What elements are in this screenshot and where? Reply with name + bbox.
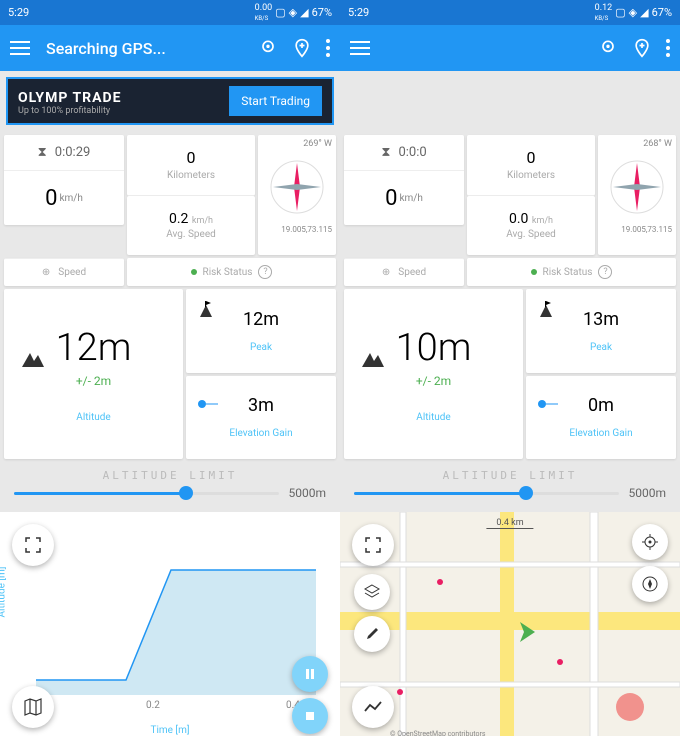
slider-max: 5000m	[629, 486, 667, 500]
status-dot-icon	[191, 269, 197, 275]
nfc-icon: ▢	[275, 6, 285, 19]
chart-toggle-button[interactable]	[352, 686, 394, 728]
peak-card: 13m Peak	[526, 289, 676, 373]
avgspeed-value: 0.2	[169, 211, 188, 227]
globe-pin-icon[interactable]	[258, 38, 278, 58]
fullscreen-button[interactable]	[12, 524, 54, 566]
pin-icon	[538, 394, 558, 413]
risk-status[interactable]: Risk Status?	[127, 258, 336, 286]
peak-card: 12m Peak	[186, 289, 336, 373]
app-title: Searching GPS...	[46, 39, 258, 58]
altitude-value: 10m	[396, 326, 472, 370]
locate-button[interactable]	[632, 524, 668, 560]
layers-button[interactable]	[354, 574, 390, 610]
altitude-chart: Altitude [m] Time [m] 12 10 0.2 0.4	[0, 512, 340, 736]
ad-cta-button[interactable]: Start Trading	[229, 86, 322, 116]
flag-peak-icon	[538, 301, 554, 321]
gain-value: 3m	[248, 395, 274, 416]
map-scale: 0.4 km	[486, 518, 533, 529]
edit-button[interactable]	[354, 616, 390, 652]
overflow-menu[interactable]	[666, 39, 670, 57]
wifi-icon: ◈	[629, 6, 637, 19]
help-icon[interactable]: ?	[258, 265, 272, 279]
gain-value: 0m	[588, 395, 614, 416]
coords-text: 19.005,73.115	[602, 225, 672, 234]
altitude-limit-slider[interactable]	[14, 492, 279, 495]
screen-right: 5:29 0.12KB/S ▢ ◈ ◢ 67% ⧗0:0:0 0km/h 0Ki…	[340, 0, 680, 736]
nfc-icon: ▢	[615, 6, 625, 19]
wifi-small-icon: ⊕	[382, 267, 390, 278]
compass-icon	[267, 157, 327, 217]
altitude-accuracy: +/- 2m	[416, 374, 451, 388]
status-bar: 5:29 0.12KB/S ▢ ◈ ◢ 67%	[340, 0, 680, 25]
distance-value: 0	[527, 148, 536, 167]
menu-button[interactable]	[350, 41, 370, 55]
svg-text:0.2: 0.2	[146, 700, 160, 710]
compass-button[interactable]	[632, 566, 668, 602]
signal-icon: ◢	[300, 6, 308, 19]
overflow-menu[interactable]	[326, 39, 330, 57]
wifi-small-icon: ⊕	[42, 267, 50, 278]
hourglass-icon: ⧗	[38, 145, 47, 160]
help-icon[interactable]: ?	[598, 265, 612, 279]
gain-card: 0m Elevation Gain	[526, 376, 676, 460]
speed-value: 0	[45, 186, 57, 211]
timer-value: 0:0:0	[398, 145, 426, 160]
fullscreen-button[interactable]	[352, 524, 394, 566]
timer-speed-card: ⧗0:0:29 0km/h	[4, 135, 124, 225]
ad-banner[interactable]: OLYMP TRADEUp to 100% profitability Star…	[6, 77, 334, 125]
flag-peak-icon	[198, 301, 214, 321]
gain-card: 3m Elevation Gain	[186, 376, 336, 460]
speed-value: 0	[385, 186, 397, 211]
compass-card: 268° W 19.005,73.115	[598, 135, 676, 255]
peak-value: 13m	[583, 309, 619, 330]
altitude-card: 12m +/- 2m Altitude	[4, 289, 183, 459]
map-view[interactable]: 0.4 km © OpenStreetMap contributors	[340, 512, 680, 736]
add-pin-icon[interactable]	[292, 38, 312, 58]
risk-status[interactable]: Risk Status?	[467, 258, 676, 286]
bearing-text: 269° W	[262, 139, 332, 149]
altitude-accuracy: +/- 2m	[76, 374, 111, 388]
timer-value: 0:0:29	[55, 145, 91, 160]
avgspeed-value: 0.0	[509, 211, 528, 227]
altitude-limit-label: ALTITUDE LIMIT	[4, 469, 336, 482]
stop-button[interactable]	[292, 698, 328, 734]
compass-card: 269° W 19.005,73.115	[258, 135, 336, 255]
status-bar: 5:29 0.00KB/S ▢ ◈ ◢ 67%	[0, 0, 340, 25]
battery-text: 67%	[652, 6, 672, 19]
altitude-card: 10m +/- 2m Altitude	[344, 289, 523, 459]
clock: 5:29	[8, 6, 29, 19]
altitude-value: 12m	[56, 326, 132, 370]
chart-svg: 12 10 0.2 0.4	[26, 520, 326, 710]
clock: 5:29	[348, 6, 369, 19]
mountain-icon	[22, 351, 44, 371]
app-bar	[340, 25, 680, 71]
signal-icon: ◢	[640, 6, 648, 19]
screen-left: 5:29 0.00KB/S ▢ ◈ ◢ 67% Searching GPS...…	[0, 0, 340, 736]
hourglass-icon: ⧗	[381, 145, 390, 160]
map-attribution: © OpenStreetMap contributors	[390, 730, 486, 736]
slider-max: 5000m	[289, 486, 327, 500]
globe-pin-icon[interactable]	[598, 38, 618, 58]
pause-button[interactable]	[292, 656, 328, 692]
status-dot-icon	[531, 269, 537, 275]
battery-text: 67%	[312, 6, 332, 19]
timer-speed-card: ⧗0:0:0 0km/h	[344, 135, 464, 225]
add-pin-icon[interactable]	[632, 38, 652, 58]
menu-button[interactable]	[10, 41, 30, 55]
compass-icon	[607, 157, 667, 217]
coords-text: 19.005,73.115	[262, 225, 332, 234]
bearing-text: 268° W	[602, 139, 672, 149]
pin-icon	[198, 394, 218, 413]
distance-value: 0	[187, 148, 196, 167]
map-toggle-button[interactable]	[12, 686, 54, 728]
app-bar: Searching GPS...	[0, 25, 340, 71]
wifi-icon: ◈	[289, 6, 297, 19]
mountain-icon	[362, 351, 384, 371]
peak-value: 12m	[243, 309, 279, 330]
altitude-limit-slider[interactable]	[354, 492, 619, 495]
altitude-limit-label: ALTITUDE LIMIT	[344, 469, 676, 482]
